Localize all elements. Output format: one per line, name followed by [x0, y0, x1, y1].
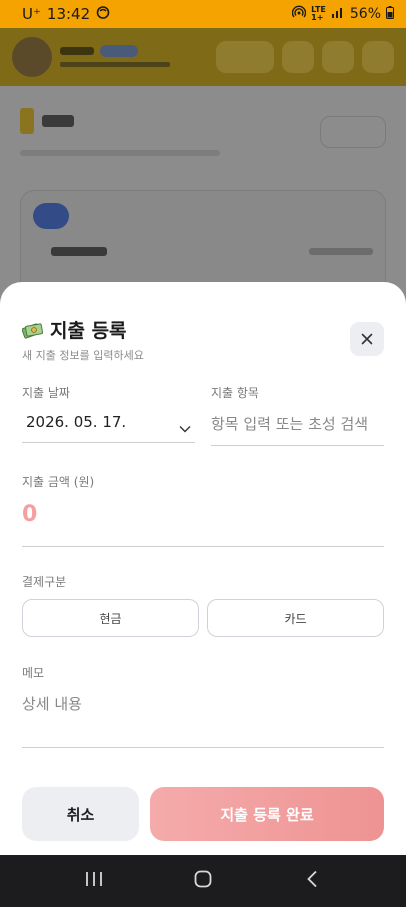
nav-recents-button[interactable] [64, 861, 124, 901]
modal-title-text: 지출 등록 [50, 320, 127, 342]
background-tab[interactable] [225, 203, 261, 229]
background-period-row [33, 247, 373, 256]
app-notification-icon [96, 5, 110, 23]
submit-expense-button[interactable]: 지출 등록 완료 [150, 787, 384, 841]
amount-input[interactable]: 0 [22, 502, 37, 527]
carrier-label: U⁺ [22, 5, 41, 23]
memo-field-underline [22, 747, 384, 748]
clock: 13:42 [46, 5, 91, 23]
background-tab[interactable] [81, 203, 117, 229]
background-tab[interactable] [177, 203, 213, 229]
modal-title: 지출 등록 [21, 316, 127, 343]
date-field[interactable]: 2026. 05. 17. [26, 413, 126, 431]
money-icon [21, 320, 44, 340]
header-action-button[interactable] [216, 41, 274, 73]
app-header [0, 28, 406, 86]
background-tab[interactable] [273, 203, 309, 229]
header-icon-button-3[interactable] [362, 41, 394, 73]
item-label: 지출 항목 [211, 386, 259, 400]
battery-icon [386, 5, 394, 23]
date-field-underline [22, 442, 195, 443]
background-tab[interactable] [129, 203, 165, 229]
header-icon-button-1[interactable] [282, 41, 314, 73]
amount-label: 지출 금액 (원) [22, 475, 95, 489]
nav-back-button[interactable] [282, 861, 342, 901]
ledger-icon [20, 108, 34, 134]
navigation-bar [0, 855, 406, 907]
background-page-title [20, 108, 74, 134]
payment-label: 결제구분 [22, 575, 67, 589]
back-icon [306, 870, 318, 892]
background-tab[interactable] [33, 203, 69, 229]
background-settings-button[interactable] [320, 116, 386, 148]
app-logo [12, 37, 52, 77]
modal-subtitle: 새 지출 정보를 입력하세요 [22, 349, 144, 362]
recents-icon [85, 871, 103, 891]
hotspot-icon [291, 5, 307, 23]
item-field-underline [211, 445, 384, 446]
nav-home-button[interactable] [173, 861, 233, 901]
date-label: 지출 날짜 [22, 386, 70, 400]
battery-level: 56% [349, 6, 381, 22]
app-title-block [60, 45, 170, 69]
close-button[interactable] [350, 322, 384, 356]
amount-field-underline [22, 546, 384, 547]
expense-modal: 지출 등록 새 지출 정보를 입력하세요 지출 날짜 2026. 05. 17.… [0, 282, 406, 855]
payment-card-button[interactable]: 카드 [207, 599, 384, 637]
status-bar: U⁺ 13:42 LTE 1+ 56% [0, 0, 406, 28]
item-input[interactable]: 항목 입력 또는 초성 검색 [211, 413, 368, 434]
background-page [0, 86, 406, 300]
network-type: LTE 1+ [311, 5, 326, 22]
memo-label: 메모 [22, 666, 45, 680]
cancel-button[interactable]: 취소 [22, 787, 139, 841]
chevron-down-icon[interactable] [179, 418, 191, 437]
signal-icon [331, 6, 345, 22]
header-icon-button-2[interactable] [322, 41, 354, 73]
memo-input[interactable]: 상세 내용 [22, 693, 82, 714]
home-icon [194, 870, 212, 892]
payment-cash-button[interactable]: 현금 [22, 599, 199, 637]
app-badge [100, 45, 138, 57]
close-icon [361, 330, 373, 349]
